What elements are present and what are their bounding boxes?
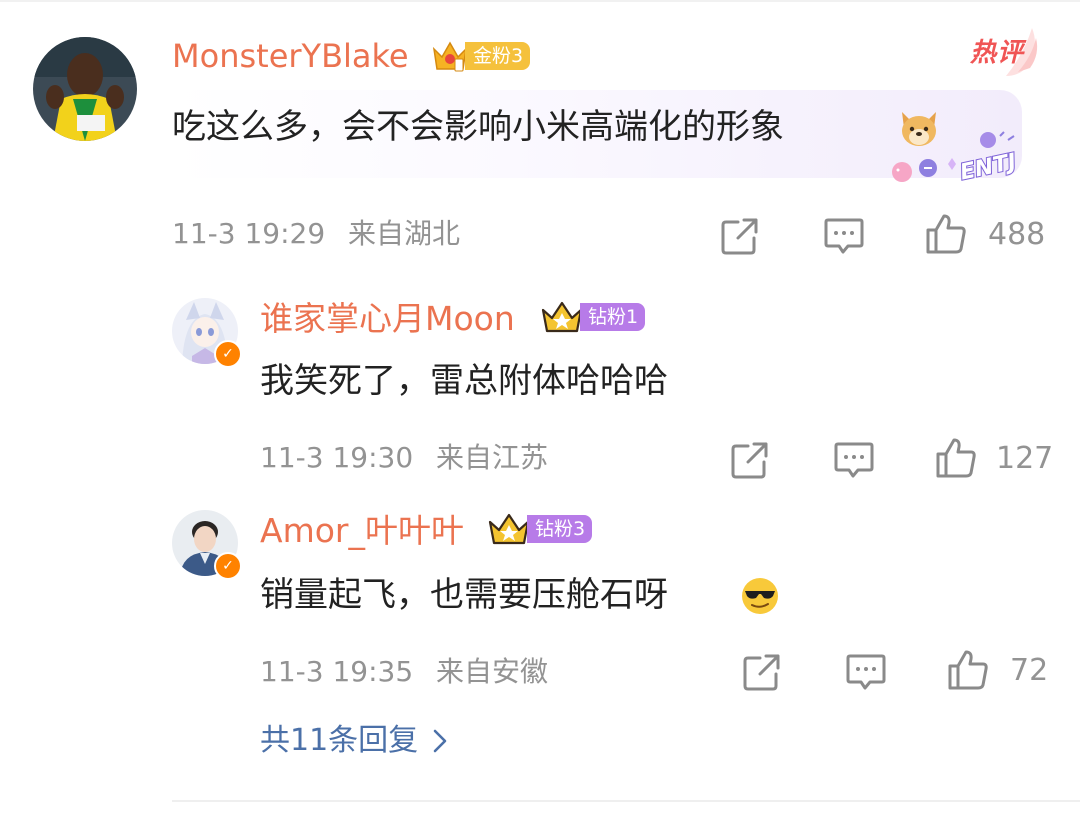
entj-decoration: ENTJ	[892, 131, 1020, 187]
fan-badge-label: 钻粉3	[527, 515, 593, 543]
username[interactable]: MonsterYBlake	[172, 40, 409, 72]
divider-bottom	[172, 800, 1080, 802]
crown-icon	[432, 41, 468, 72]
fan-badge-label: 金粉3	[465, 42, 531, 70]
fan-badge[interactable]: 金粉3	[431, 39, 531, 73]
avatar[interactable]: ✓	[172, 298, 242, 368]
hot-comment-tag: 热评	[966, 24, 1042, 78]
username[interactable]: 谁家掌心月Moon	[260, 302, 515, 335]
like-count: 488	[988, 217, 1046, 252]
comment-meta: 11-3 19:30 来自江苏	[260, 444, 548, 472]
comment-time: 11-3 19:30	[260, 441, 414, 474]
crown-icon	[541, 301, 583, 333]
divider-top	[0, 0, 1080, 2]
comment-time: 11-3 19:29	[172, 217, 326, 250]
comment-icon[interactable]	[844, 650, 888, 694]
weibo-comment-thread: MonsterYBlake 金粉3 热评 吃这么多，会不会影响小米高端化的形象	[0, 0, 1080, 818]
like-icon[interactable]	[924, 212, 968, 256]
comment-text: 吃这么多，会不会影响小米高端化的形象	[172, 107, 784, 147]
more-replies-label: 共11条回复	[260, 723, 419, 758]
comment-location: 来自江苏	[436, 441, 549, 474]
share-icon[interactable]	[740, 650, 784, 694]
more-replies-link[interactable]: 共11条回复	[260, 726, 448, 756]
like-count: 72	[1010, 653, 1049, 688]
entj-label: ENTJ	[958, 149, 1019, 185]
share-icon[interactable]	[718, 214, 762, 258]
like-count: 127	[996, 441, 1054, 476]
share-icon[interactable]	[728, 438, 772, 482]
hot-tag-label: 热评	[970, 38, 1025, 68]
comment-location: 来自安徽	[436, 655, 549, 688]
fan-badge-label: 钻粉1	[580, 303, 646, 331]
chevron-right-icon	[433, 729, 447, 753]
comment-icon[interactable]	[832, 438, 876, 482]
username[interactable]: Amor_叶叶叶	[260, 514, 464, 547]
comment-text: 我笑死了，雷总附体哈哈哈	[260, 361, 668, 401]
comment-text: 销量起飞，也需要压舱石呀	[260, 575, 668, 615]
comment-meta: 11-3 19:29 来自湖北	[172, 220, 460, 248]
comment-meta: 11-3 19:35 来自安徽	[260, 658, 548, 686]
avatar[interactable]	[33, 37, 137, 141]
comment-location: 来自湖北	[348, 217, 461, 250]
like-icon[interactable]	[934, 436, 978, 480]
fan-badge[interactable]: 钻粉3	[487, 512, 593, 546]
comment-icon[interactable]	[822, 214, 866, 258]
verified-icon: ✓	[214, 552, 242, 580]
like-icon[interactable]	[946, 648, 990, 692]
verified-icon: ✓	[214, 340, 242, 368]
crown-icon	[488, 513, 530, 545]
fan-badge[interactable]: 钻粉1	[540, 300, 646, 334]
avatar[interactable]: ✓	[172, 510, 242, 580]
comment-time: 11-3 19:35	[260, 655, 414, 688]
sunglasses-face-emoji	[742, 578, 778, 614]
